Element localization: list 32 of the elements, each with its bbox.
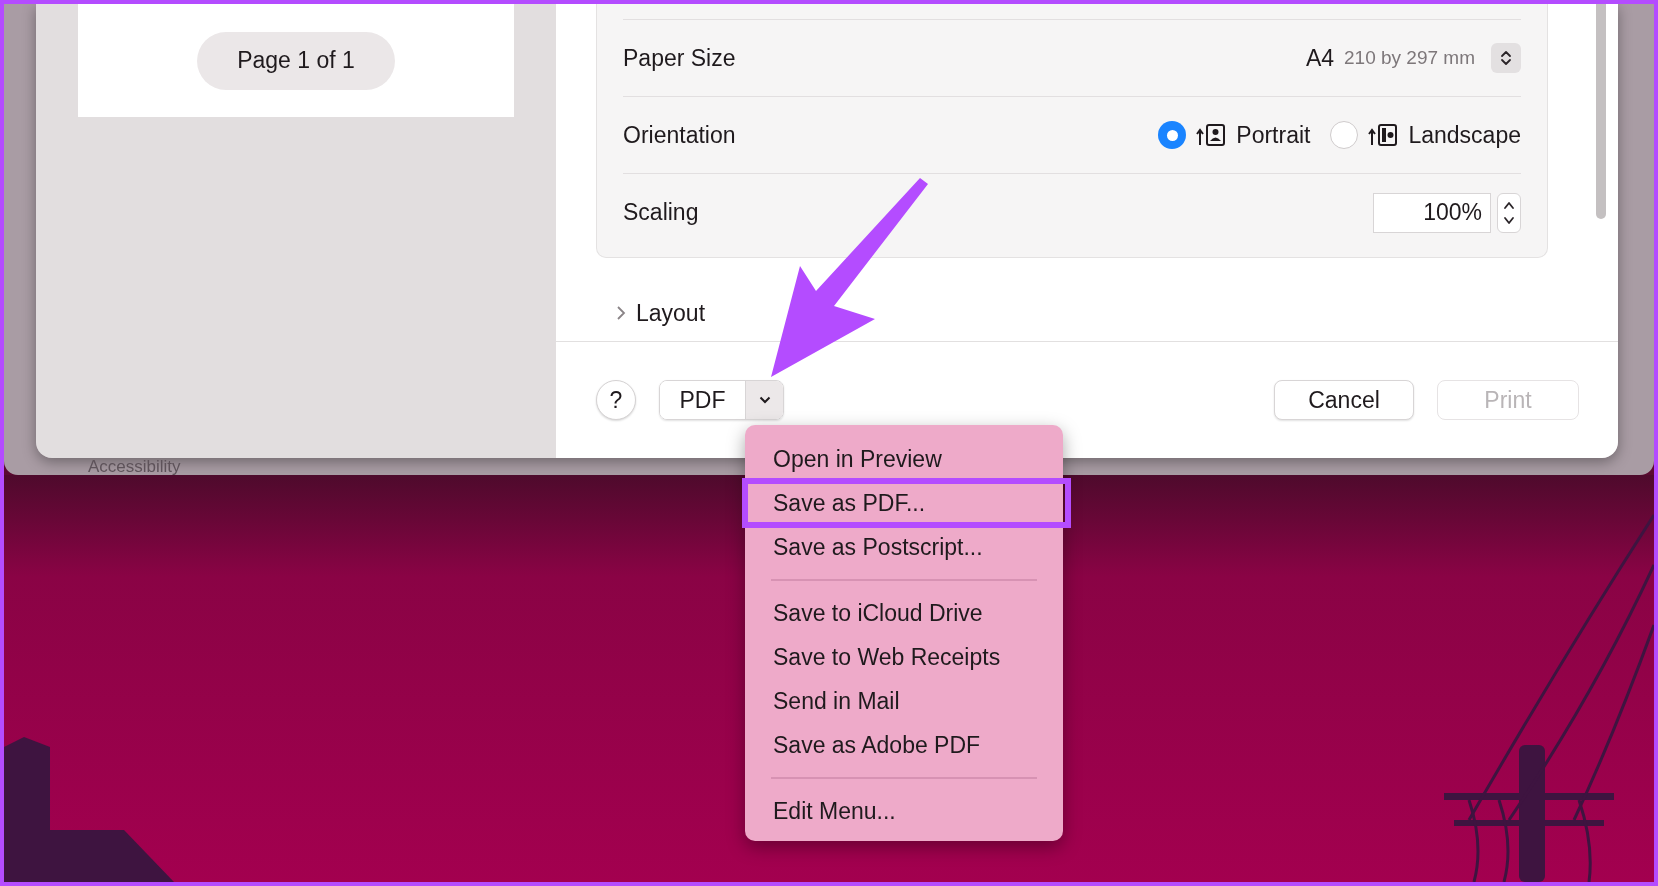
- orientation-option-label[interactable]: Landscape: [1408, 117, 1521, 153]
- chevrons-icon: [1500, 48, 1512, 68]
- menu-item[interactable]: Save as Adobe PDF: [773, 727, 981, 763]
- help-button[interactable]: ?: [596, 380, 636, 420]
- menu-item[interactable]: Save to Web Receipts: [773, 639, 1001, 675]
- page-indicator: Page 1 of 1: [197, 31, 395, 90]
- scrollbar[interactable]: [1596, 4, 1606, 219]
- section-disclosure[interactable]: Layout: [616, 296, 706, 331]
- paper-size-detail: 210 by 297 mm: [1344, 45, 1475, 70]
- pdf-button[interactable]: PDF: [660, 381, 745, 419]
- menu-item[interactable]: Send in Mail: [773, 683, 900, 719]
- radio-button[interactable]: [1330, 121, 1359, 149]
- paper-size-value: A4: [1305, 43, 1335, 73]
- cancel-button[interactable]: Cancel: [1274, 380, 1414, 420]
- portrait-icon: [1196, 123, 1227, 147]
- scaling-field[interactable]: 100%: [1373, 192, 1491, 233]
- menu-item[interactable]: Open in Preview: [773, 441, 942, 477]
- setting-label: Paper Size: [623, 43, 736, 73]
- setting-label: Orientation: [623, 120, 736, 150]
- orientation-option-label[interactable]: Portrait: [1236, 117, 1311, 153]
- menu-item[interactable]: Save to iCloud Drive: [773, 595, 983, 631]
- caret-icon: [758, 396, 771, 404]
- chevron-icon: [616, 305, 626, 322]
- radio-button[interactable]: [1158, 121, 1187, 149]
- landscape-icon: [1368, 123, 1399, 147]
- paper-size-stepper[interactable]: [1491, 43, 1521, 73]
- scaling-stepper[interactable]: [1497, 192, 1521, 233]
- sidebar-label: Accessibility: [88, 458, 181, 475]
- menu-item[interactable]: Save as Postscript...: [773, 529, 983, 565]
- setting-label: Scaling: [623, 198, 699, 228]
- menu-item[interactable]: Save as PDF...: [773, 485, 926, 521]
- menu-item[interactable]: Edit Menu...: [773, 793, 896, 829]
